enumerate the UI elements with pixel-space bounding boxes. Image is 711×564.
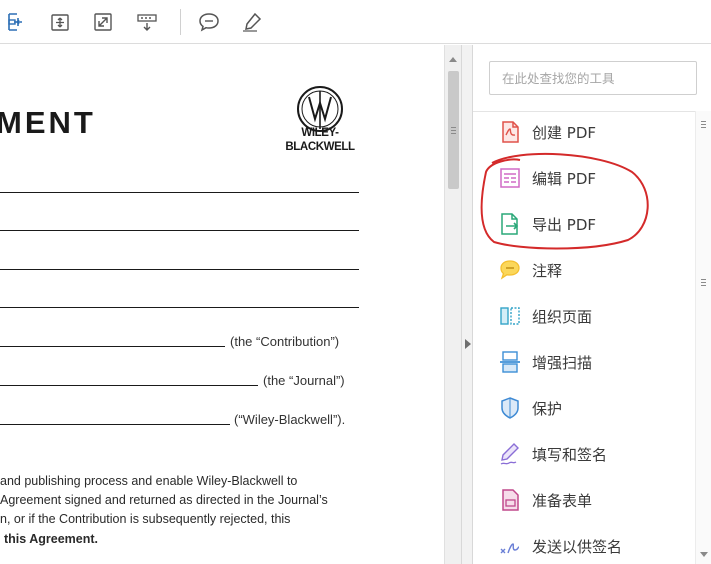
tool-create-pdf[interactable]: 创建 PDF (473, 112, 695, 152)
pane-splitter[interactable] (461, 45, 473, 564)
tool-enhance-scan[interactable]: 增强扫描 (473, 342, 695, 382)
read-mode-icon[interactable] (133, 8, 161, 36)
organize-pages-icon (500, 307, 520, 325)
tool-label: 组织页面 (532, 308, 593, 326)
tool-label: 准备表单 (532, 492, 593, 510)
grip-line (701, 282, 706, 283)
scroll-up-icon[interactable] (449, 57, 457, 62)
tool-label: 填写和签名 (532, 446, 608, 464)
rotate-page-icon[interactable] (46, 8, 74, 36)
edit-pdf-icon (500, 168, 520, 188)
publisher-label: (“Wiley-Blackwell”). (234, 412, 346, 427)
toolbar-separator (180, 9, 181, 35)
toolbar (0, 0, 711, 44)
create-pdf-icon (502, 121, 519, 143)
agreement-text-line: and publishing process and enable Wiley-… (0, 474, 298, 488)
journal-line (0, 385, 258, 386)
export-pdf-icon (501, 213, 519, 235)
tools-pane-scrollbar[interactable] (695, 111, 711, 564)
journal-label: (the “Journal”) (263, 373, 345, 388)
tool-label: 创建 PDF (532, 124, 596, 142)
form-line (0, 230, 359, 231)
agreement-text-line: n, or if the Contribution is subsequentl… (0, 512, 291, 526)
tool-send-for-signature[interactable]: 发送以供签名 (473, 526, 695, 564)
grip-line (701, 121, 706, 122)
document-title: MENT (0, 105, 96, 140)
grip-line (451, 130, 456, 131)
contribution-label: (the “Contribution”) (230, 334, 340, 349)
scrollbar-thumb[interactable] (448, 71, 459, 189)
scroll-down-icon[interactable] (700, 552, 708, 557)
document-page: MENT WILEY- BLACKWELL (the “Contribution… (0, 45, 444, 564)
tool-search-input[interactable] (489, 61, 697, 95)
contribution-line (0, 346, 225, 347)
grip-line (451, 133, 456, 134)
form-line (0, 192, 359, 193)
grip-line (451, 127, 456, 128)
tool-protect[interactable]: 保护 (473, 388, 695, 428)
grip-line (701, 285, 706, 286)
collapse-pane-icon[interactable] (465, 339, 471, 349)
logo-line-1: WILEY- (301, 127, 339, 139)
publisher-line (0, 424, 230, 425)
grip-line (701, 127, 706, 128)
comment-icon[interactable] (195, 8, 223, 36)
comment-bubble-icon (500, 260, 520, 280)
tool-label: 发送以供签名 (532, 538, 623, 556)
agreement-text-line: Agreement signed and returned as directe… (0, 493, 328, 507)
enhance-scan-icon (500, 351, 520, 373)
tool-organize-pages[interactable]: 组织页面 (473, 296, 695, 336)
tool-label: 导出 PDF (532, 216, 596, 234)
tool-label: 注释 (532, 262, 563, 280)
full-screen-icon[interactable] (89, 8, 117, 36)
send-for-signature-icon (500, 543, 520, 554)
agreement-bold-text: this Agreement. (4, 532, 99, 546)
prepare-form-icon (502, 489, 519, 511)
tool-label: 保护 (532, 400, 563, 418)
grip-line (701, 279, 706, 280)
tool-label: 编辑 PDF (532, 170, 596, 188)
tool-fill-sign[interactable]: 填写和签名 (473, 434, 695, 474)
tool-prepare-form[interactable]: 准备表单 (473, 480, 695, 520)
fit-page-icon[interactable] (1, 8, 29, 36)
fill-sign-icon (500, 443, 519, 465)
document-scrollbar[interactable] (444, 45, 461, 564)
logo-line-2: BLACKWELL (285, 141, 355, 153)
protect-shield-icon (501, 397, 519, 419)
form-line (0, 269, 359, 270)
tool-label: 增强扫描 (532, 354, 593, 372)
tool-export-pdf[interactable]: 导出 PDF (473, 204, 695, 244)
highlight-pen-icon[interactable] (238, 8, 266, 36)
grip-line (701, 124, 706, 125)
tool-comment[interactable]: 注释 (473, 250, 695, 290)
tools-pane: 创建 PDF 编辑 PDF 导出 PDF 注释 组织页面 增强扫描 保护 填写 (473, 45, 711, 564)
tool-edit-pdf[interactable]: 编辑 PDF (473, 158, 695, 198)
form-line (0, 307, 359, 308)
agreement-text-bold: this Agreement. (4, 530, 98, 550)
tool-list: 创建 PDF 编辑 PDF 导出 PDF 注释 组织页面 增强扫描 保护 填写和… (473, 111, 695, 564)
